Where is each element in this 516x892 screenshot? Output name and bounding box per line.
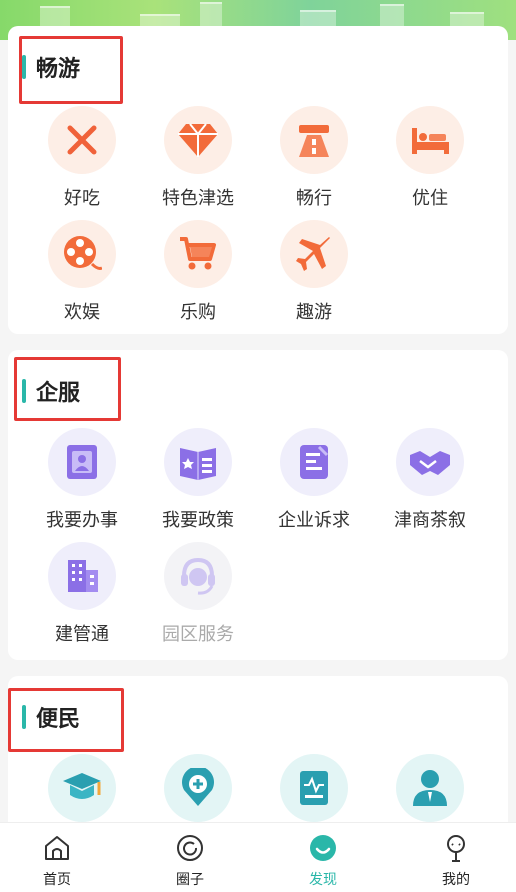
fork-knife-icon (48, 106, 116, 174)
service-item-yuanqufuwu[interactable]: 园区服务 (140, 542, 256, 652)
service-item-haochi[interactable]: 好吃 (24, 106, 140, 216)
diamond-icon (164, 106, 232, 174)
edit-document-icon (280, 428, 348, 496)
airplane-icon (280, 220, 348, 288)
service-item-label: 企业诉求 (278, 510, 350, 531)
service-item-label: 我要政策 (162, 510, 234, 531)
tab-label: 发现 (309, 872, 337, 888)
tab-mine[interactable]: 我的 (416, 833, 496, 889)
service-item-legou[interactable]: 乐购 (140, 220, 256, 330)
service-item-woyaozhengce[interactable]: 我要政策 (140, 428, 256, 538)
service-item-label: 趣游 (296, 302, 332, 323)
person-card-icon (48, 428, 116, 496)
service-item-label: 建管通 (55, 624, 109, 645)
service-item-youzhu[interactable]: 优住 (372, 106, 488, 216)
open-book-icon (164, 428, 232, 496)
highlight-box (8, 688, 124, 752)
home-icon (45, 836, 69, 860)
highlight-box (19, 36, 123, 104)
film-reel-icon (48, 220, 116, 288)
buildings-icon (48, 542, 116, 610)
tab-discover[interactable]: 发现 (283, 833, 363, 889)
bottom-tab-bar: 首页 圈子 发现 我的 (0, 822, 516, 892)
tab-label: 圈子 (176, 872, 204, 888)
profile-icon (447, 835, 465, 862)
highlight-box (14, 357, 121, 421)
service-item-label: 欢娱 (64, 302, 100, 323)
tab-home[interactable]: 首页 (17, 833, 97, 889)
service-item-jianguantong[interactable]: 建管通 (24, 542, 140, 652)
service-item-label: 优住 (412, 188, 448, 209)
medical-location-icon (164, 754, 232, 822)
service-item-jinshangchaxu[interactable]: 津商茶叙 (372, 428, 488, 538)
medical-record-icon (280, 754, 348, 822)
tab-circle[interactable]: 圈子 (150, 833, 230, 889)
service-item-huanyu[interactable]: 欢娱 (24, 220, 140, 330)
service-item-quyou[interactable]: 趣游 (256, 220, 372, 330)
service-item-label: 特色津选 (162, 188, 234, 209)
graduation-cap-icon (48, 754, 116, 822)
service-item-woyaobanshi[interactable]: 我要办事 (24, 428, 140, 538)
circle-refresh-icon (177, 835, 203, 861)
service-item-label: 园区服务 (162, 624, 234, 645)
service-item-label: 我要办事 (46, 510, 118, 531)
service-item-label: 畅行 (296, 188, 332, 209)
discover-smile-icon (310, 835, 336, 861)
bed-icon (396, 106, 464, 174)
service-item-changxing[interactable]: 畅行 (256, 106, 372, 216)
road-icon (280, 106, 348, 174)
person-icon (396, 754, 464, 822)
tab-label: 我的 (442, 872, 470, 888)
service-item-qiyesuqiu[interactable]: 企业诉求 (256, 428, 372, 538)
service-item-label: 乐购 (180, 302, 216, 323)
service-item-label: 津商茶叙 (394, 510, 466, 531)
headset-service-icon (164, 542, 232, 610)
service-item-tesejinxuan[interactable]: 特色津选 (140, 106, 256, 216)
handshake-icon (396, 428, 464, 496)
tab-label: 首页 (43, 872, 71, 888)
shopping-cart-icon (164, 220, 232, 288)
service-item-label: 好吃 (64, 188, 100, 209)
